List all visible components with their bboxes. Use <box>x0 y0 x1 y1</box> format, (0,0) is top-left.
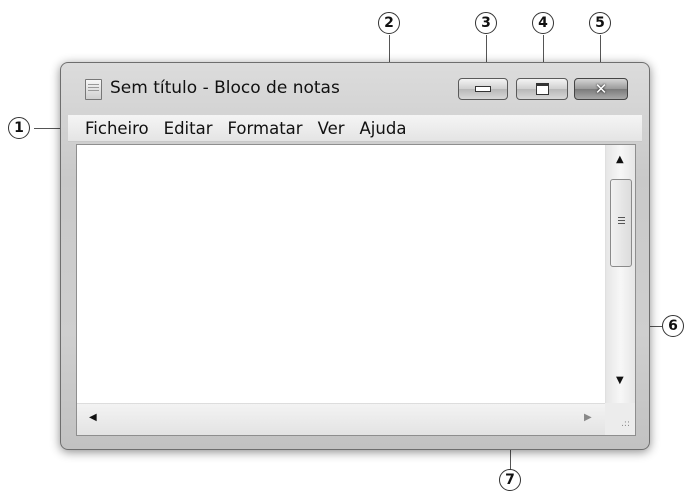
title-bar[interactable]: Sem título - Bloco de notas ✕ <box>61 63 649 115</box>
callout-5: 5 <box>589 12 611 34</box>
scroll-right-icon[interactable]: ▶ <box>584 412 592 423</box>
minimize-icon <box>475 86 491 92</box>
callout-2: 2 <box>378 12 400 34</box>
scroll-down-icon[interactable]: ▼ <box>616 375 624 386</box>
editor-area: ▲ ▼ ◀ ▶ .:: <box>76 144 636 436</box>
menu-bar: Ficheiro Editar Formatar Ver Ajuda <box>68 115 642 142</box>
notepad-window: Sem título - Bloco de notas ✕ Ficheiro E… <box>60 62 650 450</box>
maximize-icon <box>535 83 549 95</box>
scroll-left-icon[interactable]: ◀ <box>89 412 97 423</box>
vertical-scroll-thumb[interactable] <box>610 179 632 267</box>
callout-7: 7 <box>499 469 521 491</box>
callout-3: 3 <box>475 12 497 34</box>
horizontal-scrollbar[interactable]: ◀ ▶ <box>77 403 605 435</box>
grip-icon <box>618 217 625 225</box>
close-icon: ✕ <box>594 79 608 98</box>
maximize-button[interactable] <box>516 78 568 100</box>
menu-item-editar[interactable]: Editar <box>164 119 213 138</box>
scroll-up-icon[interactable]: ▲ <box>616 154 624 165</box>
vertical-scrollbar[interactable]: ▲ ▼ <box>605 145 635 403</box>
callout-4: 4 <box>532 12 554 34</box>
menu-item-ver[interactable]: Ver <box>318 119 345 138</box>
resize-grip-icon: .:: <box>621 419 630 429</box>
resize-grip[interactable]: .:: <box>605 403 635 435</box>
text-editor[interactable] <box>77 145 605 403</box>
minimize-button[interactable] <box>458 78 508 100</box>
callout-6: 6 <box>662 315 684 337</box>
menu-item-formatar[interactable]: Formatar <box>228 119 303 138</box>
menu-item-ajuda[interactable]: Ajuda <box>360 119 407 138</box>
close-button[interactable]: ✕ <box>574 78 628 100</box>
menu-item-ficheiro[interactable]: Ficheiro <box>85 119 149 138</box>
callout-1: 1 <box>8 117 30 139</box>
callout-7-leader <box>510 448 511 470</box>
notepad-icon <box>85 79 102 100</box>
window-title: Sem título - Bloco de notas <box>110 78 340 98</box>
